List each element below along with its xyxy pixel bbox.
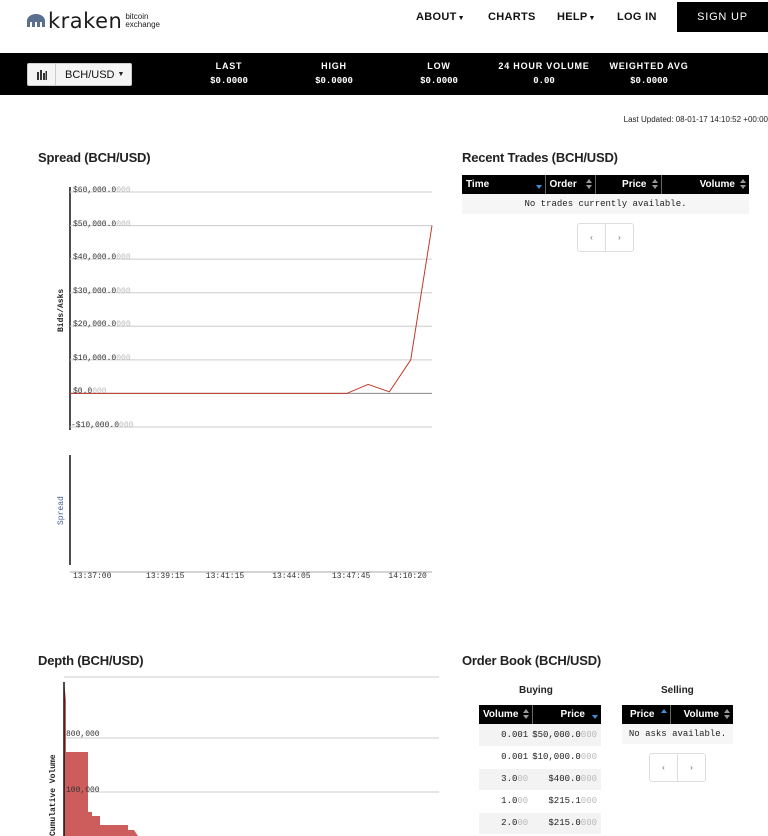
spread-ytick: $60,000.0000 [73, 186, 131, 195]
recent-trades-title: Recent Trades (BCH/USD) [462, 150, 618, 165]
depth-ytick: 100,000 [66, 786, 100, 795]
buying-caption: Buying [519, 685, 553, 696]
sell-orders-table: Price Volume No asks available. [622, 705, 733, 744]
buy-price-cell: $215.0000 [532, 812, 601, 835]
sort-asc-icon [660, 709, 667, 721]
trades-pager: ‹ › [577, 223, 634, 252]
sort-icon [585, 179, 592, 191]
spread-xtick: 13:44:05 [272, 572, 311, 581]
spread-xtick: 13:41:15 [205, 572, 245, 581]
spread-ytick: $40,000.0000 [73, 253, 131, 263]
spread-ytick: $50,000.0000 [73, 219, 131, 229]
buy-volume-cell: 1.000 [479, 790, 533, 813]
buy-order-row[interactable]: 0.001 $50,000.0000 [479, 724, 601, 747]
no-asks-message: No asks available. [622, 724, 733, 744]
prev-page-button[interactable]: ‹ [650, 754, 678, 781]
buy-price-cell: $50,000.0000 [532, 724, 601, 747]
col-sell-volume[interactable]: Volume [669, 705, 733, 724]
spread-series-line [70, 225, 433, 394]
recent-trades-table: Time Order Price Volume No trades curren… [462, 175, 749, 214]
buy-price-cell: $400.0000 [532, 768, 601, 791]
col-volume[interactable]: Volume [660, 175, 749, 194]
col-sell-price[interactable]: Price [622, 705, 670, 724]
spread-xtick: 13:37:00 [73, 572, 112, 581]
sort-icon [651, 179, 658, 191]
sort-icon [522, 709, 529, 721]
spread-ytick: $20,000.0000 [73, 320, 131, 330]
next-page-button[interactable]: › [606, 224, 633, 251]
selling-caption: Selling [661, 685, 694, 696]
buy-volume-cell: 2.000 [479, 812, 533, 835]
spread-xtick: 13:47:45 [331, 572, 371, 581]
col-price[interactable]: Price [594, 175, 661, 194]
order-book-title: Order Book (BCH/USD) [462, 653, 602, 668]
sort-desc-icon [535, 179, 542, 191]
buy-order-row[interactable]: 0.001 $10,000.0000 [479, 746, 601, 769]
sort-icon [724, 709, 730, 721]
no-trades-message: No trades currently available. [462, 194, 749, 214]
spread-ytick: -$10,000.0000 [71, 421, 134, 430]
buy-price-cell: $215.1000 [532, 790, 601, 813]
buy-order-row[interactable]: 2.000 $215.0000 [479, 812, 601, 835]
buy-volume-cell: 3.000 [479, 768, 533, 791]
spread-xtick: 13:39:15 [146, 572, 185, 581]
depth-y-axis-label: Cumulative Volume [49, 754, 58, 836]
col-buy-volume[interactable]: Volume [479, 705, 533, 724]
spread-ytick: $30,000.0000 [73, 286, 131, 296]
sort-desc-icon [592, 709, 598, 721]
spread-ytick: $10,000.0000 [73, 353, 131, 363]
buy-orders-table: Volume Price 0.001 $50,000.0000 0.001 $10,0… [479, 705, 601, 835]
buy-order-row[interactable]: 3.000 $400.0000 [479, 768, 601, 791]
depth-title: Depth (BCH/USD) [38, 653, 144, 668]
buy-volume-cell: 0.001 [479, 746, 533, 769]
spread-ytick: $0.0000 [73, 387, 107, 397]
orderbook-pager: ‹ › [649, 753, 706, 782]
buy-volume-cell: 0.001 [479, 724, 533, 747]
buy-price-cell: $10,000.0000 [532, 746, 601, 769]
col-buy-price[interactable]: Price [531, 705, 601, 724]
sort-icon [740, 179, 746, 191]
col-order[interactable]: Order [544, 175, 595, 194]
buy-order-row[interactable]: 1.000 $215.1000 [479, 790, 601, 813]
prev-page-button[interactable]: ‹ [578, 224, 606, 251]
depth-ytick: 800,000 [66, 730, 100, 739]
spread-xtick: 14:10:20 [388, 572, 427, 581]
depth-area [64, 682, 138, 836]
next-page-button[interactable]: › [678, 754, 705, 781]
col-time[interactable]: Time [462, 175, 545, 194]
